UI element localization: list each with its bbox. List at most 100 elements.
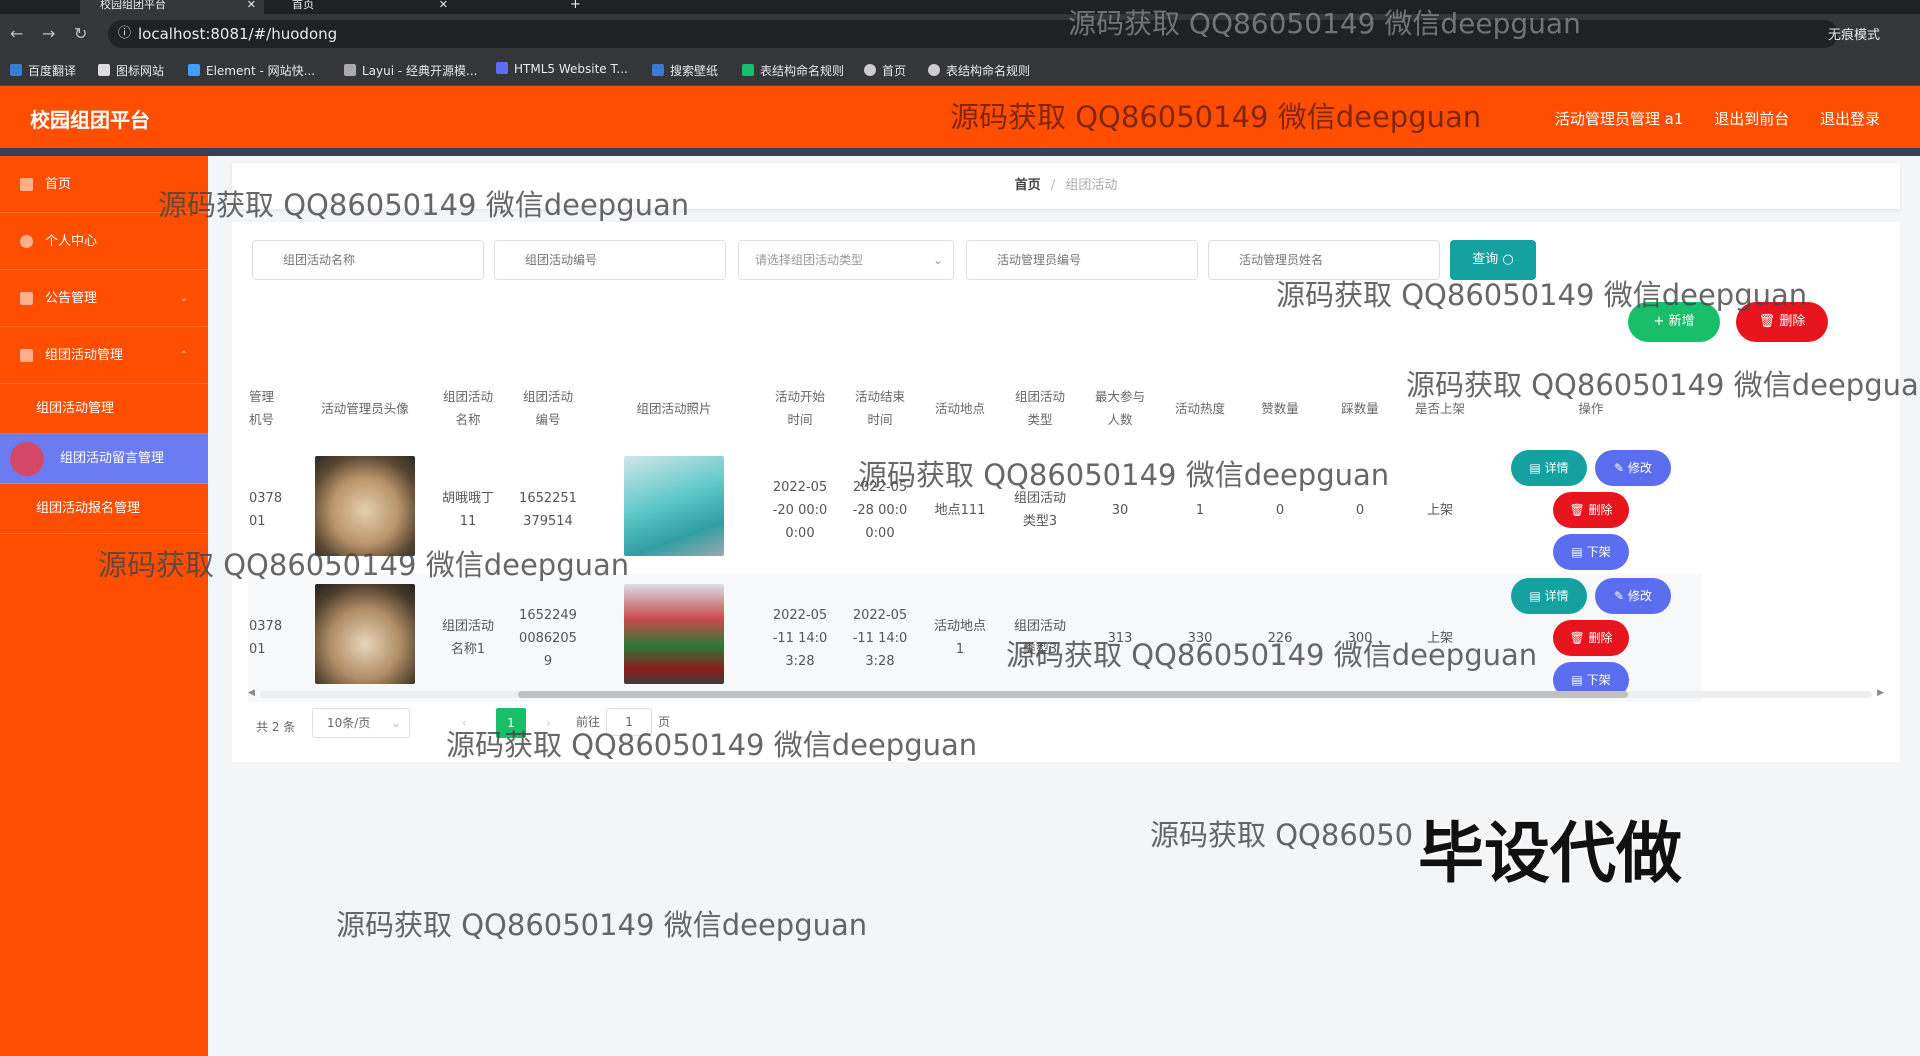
cell-end: 2022-05 -11 14:0 3:28	[840, 574, 920, 702]
notice-icon	[20, 292, 33, 305]
edit-button[interactable]: ✎ 修改	[1595, 450, 1671, 486]
delete-button[interactable]: 🗑 删除	[1553, 620, 1629, 656]
button-label: 详情	[1544, 589, 1569, 603]
breadcrumb-home[interactable]: 首页	[1015, 178, 1041, 193]
profile-label[interactable]: 无痕模式	[1828, 24, 1880, 43]
activity-photo[interactable]	[624, 456, 724, 556]
offshelf-button[interactable]: ▤ 下架	[1553, 534, 1629, 570]
watermark-text: 源码获取 QQ86050149 微信deepguan	[1068, 7, 1581, 40]
back-icon[interactable]: ←	[10, 24, 23, 43]
button-label: 修改	[1627, 461, 1652, 475]
bookmark-item[interactable]: Element - 网站快...	[188, 62, 315, 79]
bookmark-label: Layui - 经典开源模...	[362, 64, 478, 78]
to-front-link[interactable]: 退出到前台	[1714, 110, 1789, 128]
bookmark-item[interactable]: 百度翻译	[10, 62, 76, 79]
col-header: 最大参与 人数	[1094, 389, 1145, 427]
horizontal-scrollbar[interactable]: ◀ ▶	[248, 688, 1884, 700]
sidebar-subitem-activity-manage[interactable]: 组团活动管理	[0, 384, 208, 434]
button-label: 下架	[1586, 545, 1611, 559]
reload-icon[interactable]: ↻	[74, 24, 87, 43]
address-bar-row: ← → ↻ ⓘ localhost:8081/#/huodong 无痕模式	[0, 14, 1920, 54]
activity-no-input[interactable]	[494, 240, 726, 280]
cell-name: 组团活动 名称1	[428, 574, 508, 702]
bookmark-item[interactable]: 图标网站	[98, 62, 164, 79]
button-label: 删除	[1588, 631, 1613, 645]
activity-photo[interactable]	[624, 584, 724, 684]
cell-on-shelf: 上架	[1426, 502, 1453, 518]
bookmark-item[interactable]: 表结构命名规则	[928, 62, 1030, 79]
button-label: 删除	[1779, 314, 1806, 329]
chevron-up-icon: ⌃	[179, 350, 188, 361]
admin-avatar[interactable]	[315, 456, 415, 556]
bookmark-icon	[98, 64, 110, 76]
tab-title: 首页	[292, 0, 314, 11]
logout-link[interactable]: 退出登录	[1820, 110, 1880, 128]
detail-button[interactable]: ▤ 详情	[1511, 450, 1587, 486]
bookmark-icon	[188, 64, 200, 76]
sidebar-item-activity[interactable]: 组团活动管理 ⌃	[0, 327, 208, 384]
scroll-thumb[interactable]	[518, 691, 1628, 698]
current-user[interactable]: 活动管理员管理 a1	[1555, 110, 1684, 128]
chevron-down-icon: ⌄	[932, 253, 943, 267]
button-label: 查询	[1472, 252, 1499, 267]
page-size-select[interactable]: 10条/页 ⌄	[312, 708, 410, 738]
bookmark-label: 图标网站	[116, 64, 165, 78]
watermark-text: 源码获取 QQ86050149 微信deepguan	[98, 548, 630, 582]
user-icon	[20, 235, 33, 248]
sidebar-item-notice[interactable]: 公告管理 ⌄	[0, 270, 208, 327]
brand-title: 校园组团平台	[30, 108, 150, 132]
bookmark-item[interactable]: 首页	[864, 62, 906, 79]
col-header: 组团活动 类型	[1014, 389, 1065, 427]
activity-name-input[interactable]	[252, 240, 484, 280]
bookmark-item[interactable]: Layui - 经典开源模...	[344, 62, 477, 79]
col-header: 组团活动照片	[636, 400, 712, 416]
cell-ops: ▤ 详情 ✎ 修改 🗑 删除 ▤ 下架	[1480, 446, 1702, 574]
watermark-text: 源码获取 QQ86050149 微信deepguan	[950, 100, 1482, 134]
bookmark-label: 表结构命名规则	[946, 64, 1031, 78]
delete-button[interactable]: 🗑 删除	[1553, 492, 1629, 528]
sidebar: 首页 个人中心 公告管理 ⌄ 组团活动管理 ⌃ 组团活动管理 组团活动留言管理 组团…	[0, 156, 208, 1056]
col-header: 组团活动 名称	[442, 389, 493, 427]
bookmark-label: 百度翻译	[28, 64, 77, 78]
new-tab-icon[interactable]: +	[570, 0, 590, 14]
header-divider	[0, 148, 1920, 156]
watermark-text: 源码获取 QQ86050149 微信deepguan	[336, 908, 868, 942]
cell-start: 2022-05 -20 00:0 0:00	[772, 479, 828, 541]
activity-type-select[interactable]: 请选择组团活动类型 ⌄	[738, 240, 954, 280]
scroll-right-icon[interactable]: ▶	[1877, 688, 1884, 698]
col-header: 踩数量	[1341, 400, 1379, 416]
url-text: localhost:8081/#/huodong	[138, 25, 338, 43]
sidebar-item-label: 个人中心	[45, 234, 98, 249]
browser-tab[interactable]: 校园组团平台 ✕	[80, 0, 264, 14]
admin-avatar[interactable]	[315, 584, 415, 684]
click-indicator	[10, 442, 44, 476]
sidebar-subitem-activity-comments[interactable]: 组团活动留言管理	[0, 434, 208, 484]
watermark-text: 源码获取 QQ86050149 微信deepguan	[158, 188, 690, 222]
scroll-left-icon[interactable]: ◀	[248, 688, 255, 698]
forward-icon[interactable]: →	[42, 24, 55, 43]
browser-tab[interactable]: 首页 ✕	[272, 0, 456, 14]
cell-photo	[588, 574, 760, 702]
sidebar-subitem-activity-signup[interactable]: 组团活动报名管理	[0, 484, 208, 534]
bookmark-item[interactable]: 搜索壁纸	[652, 62, 718, 79]
home-icon	[20, 178, 33, 191]
bookmark-item[interactable]: 表结构命名规则	[742, 62, 844, 79]
edit-button[interactable]: ✎ 修改	[1595, 578, 1671, 614]
bookmark-label: HTML5 Website T...	[514, 62, 628, 76]
col-header: 活动热度	[1174, 400, 1225, 416]
bookmark-icon	[864, 64, 876, 76]
close-icon[interactable]: ✕	[247, 0, 256, 10]
bookmark-label: 搜索壁纸	[670, 64, 719, 78]
breadcrumb-separator: /	[1050, 178, 1056, 193]
pagination: 共 2 条 10条/页 ⌄ ‹ 1 › 前往 1 页	[256, 708, 670, 738]
close-icon[interactable]: ✕	[439, 0, 448, 10]
bookmark-label: Element - 网站快...	[206, 64, 316, 78]
bookmark-item[interactable]: HTML5 Website T...	[496, 62, 628, 76]
admin-no-input[interactable]	[966, 240, 1198, 280]
watermark-text: 源码获取 QQ86050149 微信deepguan	[1406, 368, 1920, 402]
detail-button[interactable]: ▤ 详情	[1511, 578, 1587, 614]
bookmark-icon	[496, 62, 508, 74]
info-icon: ⓘ	[118, 26, 132, 41]
sidebar-item-label: 公告管理	[45, 291, 98, 306]
col-header: 管理 机号	[249, 389, 275, 427]
